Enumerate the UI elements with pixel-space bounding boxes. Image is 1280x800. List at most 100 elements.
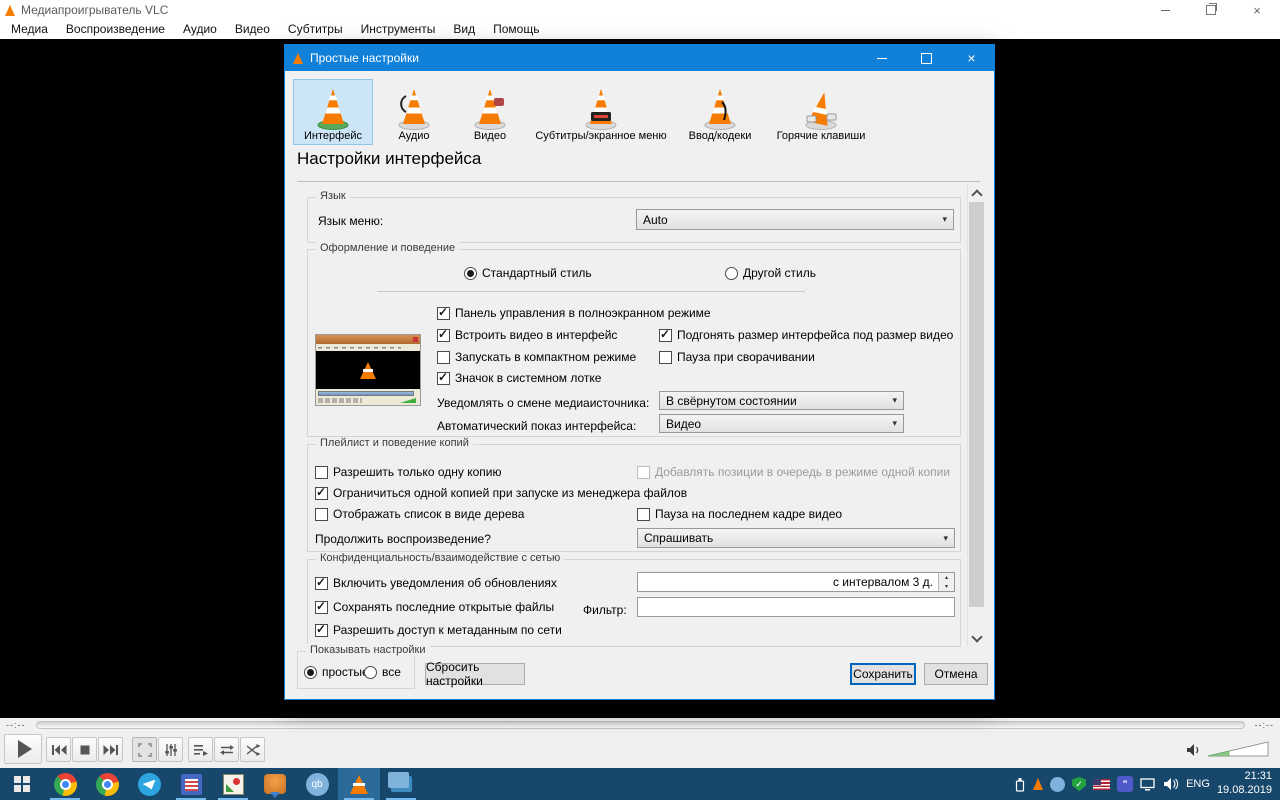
fullscreen-button[interactable] (132, 737, 157, 762)
dialog-close-icon[interactable]: × (949, 45, 994, 71)
dialog-scrollbar[interactable] (967, 185, 984, 647)
quotes-app-icon[interactable]: “ (1117, 776, 1133, 792)
minimize-icon[interactable] (1142, 0, 1188, 20)
start-button[interactable] (0, 768, 44, 800)
menu-language-select[interactable]: Auto ▾ (636, 209, 954, 230)
playlist-button[interactable] (188, 737, 213, 762)
shuffle-button[interactable] (240, 737, 265, 762)
loop-button[interactable] (214, 737, 239, 762)
player-controls: 35% (0, 731, 1280, 768)
checkbox-pause-on-minimize[interactable]: Пауза при сворачивании (659, 350, 815, 364)
taskbar-folders[interactable] (380, 768, 422, 800)
usb-icon[interactable] (1014, 777, 1026, 792)
taskbar-qbittorrent[interactable]: qb (296, 768, 338, 800)
checkbox-compact-mode[interactable]: Запускать в компактном режиме (437, 350, 636, 364)
scroll-up-icon[interactable] (968, 185, 985, 202)
menu-audio[interactable]: Аудио (174, 20, 226, 39)
checkbox-save-recent-files[interactable]: Сохранять последние открытые файлы (315, 600, 554, 614)
taskbar-chrome-2[interactable] (86, 768, 128, 800)
speaker-icon[interactable] (1186, 743, 1202, 757)
checkbox-resize-to-video[interactable]: Подгонять размер интерфейса под размер в… (659, 328, 953, 342)
cancel-button[interactable]: Отмена (924, 663, 988, 685)
network-display-icon[interactable] (1140, 778, 1156, 791)
equalizer-button[interactable] (158, 737, 183, 762)
checkbox-single-from-file-manager[interactable]: Ограничиться одной копией при запуске из… (315, 486, 687, 500)
filter-label: Фильтр: (583, 603, 627, 617)
scroll-down-icon[interactable] (968, 630, 985, 647)
language-indicator[interactable]: ENG (1186, 778, 1210, 790)
menu-media[interactable]: Медиа (2, 20, 57, 39)
tab-video[interactable]: Видео (455, 79, 525, 145)
heading-divider (297, 181, 980, 182)
taskbar-app-orange[interactable] (254, 768, 296, 800)
menu-playback[interactable]: Воспроизведение (57, 20, 174, 39)
radio-standard-style[interactable]: Стандартный стиль (464, 266, 592, 280)
us-flag-icon[interactable] (1093, 779, 1110, 790)
playlist-icon (193, 743, 209, 757)
autoshow-label: Автоматический показ интерфейса: (437, 419, 636, 433)
taskbar-vlc[interactable] (338, 768, 380, 800)
radio-custom-style[interactable]: Другой стиль (725, 266, 816, 280)
save-button[interactable]: Сохранить (850, 663, 916, 685)
clock[interactable]: 21:31 19.08.2019 (1217, 770, 1272, 798)
scrollbar-thumb[interactable] (969, 202, 984, 607)
close-icon[interactable]: × (1234, 0, 1280, 20)
radio-dot (364, 666, 377, 679)
tab-audio[interactable]: Аудио (379, 79, 449, 145)
menu-video[interactable]: Видео (226, 20, 279, 39)
dialog-titlebar[interactable]: Простые настройки × (285, 45, 994, 71)
checkbox-tray-icon[interactable]: Значок в системном лотке (437, 371, 601, 385)
checkbox-single-instance[interactable]: Разрешить только одну копию (315, 465, 501, 479)
checkbox-pause-last-frame[interactable]: Пауза на последнем кадре видео (637, 507, 842, 521)
radio-all-settings[interactable]: все (364, 665, 401, 679)
tab-subtitles-osd[interactable]: Субтитры/экранное меню (531, 79, 671, 145)
dialog-maximize-icon[interactable] (904, 45, 949, 71)
taskbar-chrome-1[interactable] (44, 768, 86, 800)
show-settings-legend: Показывать настройки (306, 644, 430, 656)
stop-button[interactable] (72, 737, 97, 762)
seek-slider[interactable] (36, 721, 1245, 729)
checkbox-embed-video[interactable]: Встроить видео в интерфейс (437, 328, 617, 342)
radio-simple-settings[interactable]: простые (304, 665, 369, 679)
taskbar-image-viewer[interactable] (212, 768, 254, 800)
checkbox-tree-view[interactable]: Отображать список в виде дерева (315, 507, 524, 521)
filter-input[interactable] (637, 597, 955, 617)
previous-button[interactable] (46, 737, 71, 762)
dialog-minimize-icon[interactable] (859, 45, 904, 71)
tab-interface[interactable]: Интерфейс (293, 79, 373, 145)
checkbox-fullscreen-controls[interactable]: Панель управления в полноэкранном режиме (437, 306, 711, 320)
qbittorrent-tray-icon[interactable] (1050, 777, 1065, 792)
main-window-titlebar[interactable]: Медиапроигрыватель VLC × (0, 0, 1280, 20)
shield-check-icon[interactable]: ✓ (1072, 777, 1086, 791)
update-interval-spinner[interactable]: с интервалом 3 д. ▴ ▾ (637, 572, 955, 592)
next-button[interactable] (98, 737, 123, 762)
continue-playback-select[interactable]: Спрашивать ▾ (637, 528, 955, 548)
radio-dot (304, 666, 317, 679)
checkbox-metadata-network-access[interactable]: Разрешить доступ к метаданным по сети (315, 623, 562, 637)
menu-view[interactable]: Вид (444, 20, 484, 39)
audio-icon (394, 86, 434, 130)
menu-help[interactable]: Помощь (484, 20, 548, 39)
volume-slider[interactable] (1206, 740, 1270, 758)
vlc-tray-icon[interactable] (1033, 778, 1043, 790)
tab-input-codecs[interactable]: Ввод/кодеки (677, 79, 763, 145)
checkbox-update-notifications[interactable]: Включить уведомления об обновлениях (315, 576, 557, 590)
reset-preferences-button[interactable]: Сбросить настройки (425, 663, 525, 685)
menu-tools[interactable]: Инструменты (352, 20, 445, 39)
shuffle-icon (245, 743, 261, 757)
spin-up-icon[interactable]: ▴ (939, 573, 954, 582)
play-button[interactable] (4, 734, 42, 764)
notify-source-select[interactable]: В свёрнутом состоянии ▾ (659, 391, 904, 410)
tab-hotkeys[interactable]: Горячие клавиши (769, 79, 873, 145)
clock-date: 19.08.2019 (1217, 784, 1272, 798)
taskbar-editor[interactable] (170, 768, 212, 800)
spin-down-icon[interactable]: ▾ (939, 582, 954, 591)
tray-speaker-icon[interactable] (1163, 777, 1179, 791)
chevron-down-icon: ▾ (943, 533, 948, 544)
restore-icon[interactable] (1188, 0, 1234, 20)
menu-subtitles[interactable]: Субтитры (279, 20, 352, 39)
notify-source-label: Уведомлять о смене медиаисточника: (437, 396, 649, 410)
taskbar-telegram[interactable] (128, 768, 170, 800)
autoshow-select[interactable]: Видео ▾ (659, 414, 904, 433)
input-codecs-icon (700, 86, 740, 130)
